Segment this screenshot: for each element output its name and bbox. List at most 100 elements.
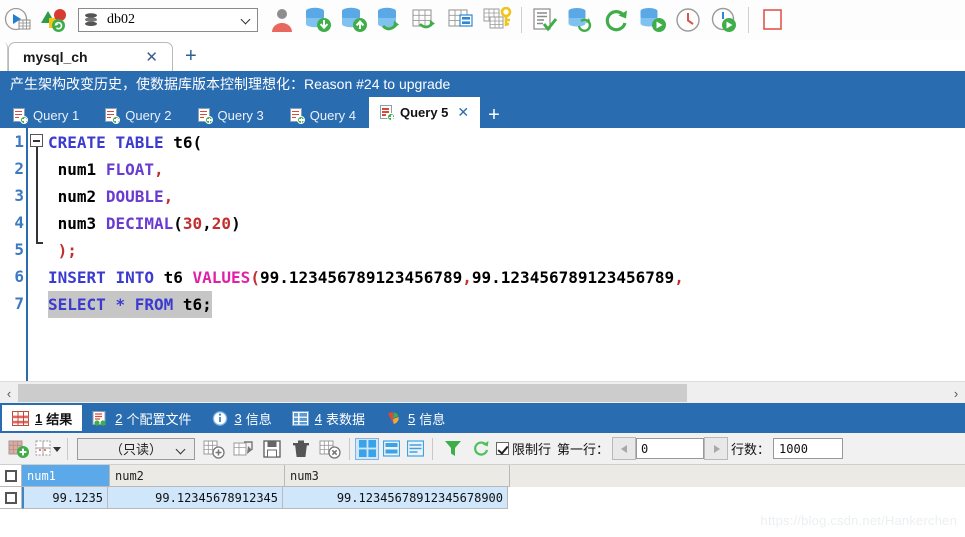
chevron-down-icon[interactable] (176, 444, 188, 456)
duplicate-record-icon[interactable] (228, 436, 257, 462)
new-connection-tab-button[interactable]: + (185, 46, 197, 66)
limit-rows-checkbox[interactable] (496, 442, 509, 455)
table-key-icon[interactable] (480, 4, 516, 36)
code-line[interactable]: num1 FLOAT, (48, 156, 164, 183)
refresh-result-icon[interactable] (467, 436, 496, 462)
script-check-icon[interactable] (527, 4, 563, 36)
query-tab-4[interactable]: Query 4 (277, 102, 369, 128)
code-line[interactable]: ); (48, 237, 77, 264)
result-tab-2[interactable]: 2 个配置文件 (82, 403, 201, 433)
column-header[interactable]: num2 (110, 465, 285, 487)
query-tab-5[interactable]: Query 5 ✕ (369, 97, 481, 128)
save-record-icon[interactable] (257, 436, 286, 462)
grid-cell[interactable]: 99.12345678912345 (108, 487, 283, 509)
code-token: num1 (57, 160, 97, 179)
query-tab-3[interactable]: Query 3 (185, 102, 277, 128)
row-checkbox[interactable] (4, 491, 17, 504)
code-line[interactable]: CREATE TABLE t6( (48, 129, 202, 156)
scroll-left-icon[interactable]: ‹ (0, 382, 18, 404)
table-data-icon (291, 410, 309, 426)
table-row[interactable]: 99.1235 99.12345678912345 99.1234567891234… (0, 487, 965, 510)
code-token: FLOAT (105, 160, 154, 179)
code-line[interactable]: num2 DOUBLE, (48, 183, 174, 210)
insert-record-icon[interactable] (199, 436, 228, 462)
chevron-down-icon[interactable] (241, 14, 253, 26)
code-token: ( (192, 133, 203, 152)
database-select[interactable]: db02 (78, 8, 258, 32)
grid-cell[interactable]: 99.1235 (22, 487, 108, 509)
code-line[interactable]: num3 DECIMAL(30,20) (48, 210, 241, 237)
code-line[interactable]: SELECT * FROM t6; (48, 291, 212, 318)
result-tab-4[interactable]: 4 表数据 (282, 403, 375, 433)
form-view-icon[interactable] (379, 438, 403, 460)
result-tab-label: 个配置文件 (126, 411, 192, 427)
sql-code-area[interactable]: CREATE TABLE t6( num1 FLOAT, num2 DOUBLE… (48, 128, 965, 381)
query-tab-label: Query 5 (400, 105, 449, 120)
new-query-tab-button[interactable]: + (480, 105, 510, 128)
query-tab-2[interactable]: Query 2 (92, 102, 184, 128)
column-header[interactable]: num1 (22, 465, 110, 487)
first-row-label: 第一行： (557, 442, 610, 457)
scrollbar-thumb[interactable] (18, 384, 687, 402)
stop-icon[interactable] (754, 4, 790, 36)
result-tab-5[interactable]: 5 信息 (375, 403, 455, 433)
database-refresh-icon[interactable] (563, 4, 599, 36)
close-icon[interactable]: ✕ (457, 104, 469, 121)
prev-page-button[interactable] (612, 437, 637, 460)
text-view-icon[interactable] (403, 438, 427, 460)
code-token: t6 (173, 133, 193, 152)
code-token: TABLE (115, 133, 164, 152)
row-count-value: 1000 (779, 441, 808, 456)
sql-editor[interactable]: 1234567 CREATE TABLE t6( num1 FLOAT, num… (0, 128, 965, 381)
profile-icon (92, 410, 109, 426)
cancel-edit-icon[interactable] (315, 436, 344, 462)
database-transfer-icon[interactable] (372, 4, 408, 36)
scrollbar-track[interactable] (18, 384, 947, 402)
result-tab-1[interactable]: 1 结果 (2, 405, 83, 431)
grid-view-icon[interactable] (355, 437, 379, 460)
code-token: 20 (211, 214, 232, 233)
first-row-input[interactable]: 0 (636, 438, 705, 459)
code-fold-column[interactable] (26, 128, 48, 381)
line-number: 4 (14, 213, 24, 232)
result-tab-3[interactable]: 3 信息 (202, 403, 282, 433)
next-page-button[interactable] (704, 437, 729, 460)
connection-tab-mysql-ch[interactable]: mysql_ch ✕ (8, 42, 173, 71)
first-row-value: 0 (641, 441, 649, 456)
query-tab-label: Query 2 (125, 107, 172, 123)
query-tab-1[interactable]: Query 1 (0, 102, 92, 128)
code-token: ; (67, 241, 77, 260)
editor-horizontal-scrollbar[interactable]: ‹ › (0, 381, 965, 404)
schema-sync-icon[interactable] (36, 4, 72, 36)
fold-collapse-icon[interactable] (30, 134, 43, 147)
scheduled-run-icon[interactable] (707, 4, 743, 36)
delete-record-icon[interactable] (286, 436, 315, 462)
filter-icon[interactable] (438, 436, 467, 462)
edit-mode-select[interactable]: （只读） (77, 437, 195, 460)
row-count-input[interactable]: 1000 (773, 438, 844, 459)
refresh-icon[interactable] (599, 4, 635, 36)
add-record-icon[interactable] (4, 436, 33, 462)
grid-options-icon[interactable] (33, 436, 62, 462)
scroll-right-icon[interactable]: › (947, 382, 965, 404)
user-icon[interactable] (264, 4, 300, 36)
database-export-icon[interactable] (336, 4, 372, 36)
run-query-icon[interactable] (0, 4, 36, 36)
row-select-cell[interactable] (0, 487, 22, 509)
promo-banner[interactable]: 产生架构改变历史，使数据库版本控制理想化：Reason #24 to upgra… (0, 71, 965, 97)
history-clock-icon[interactable] (671, 4, 707, 36)
code-token: , (153, 160, 164, 179)
database-import-icon[interactable] (300, 4, 336, 36)
code-line[interactable]: INSERT INTO t6 VALUES(99.123456789123456… (48, 264, 684, 291)
code-token: , (163, 187, 174, 206)
table-data-icon[interactable] (444, 4, 480, 36)
database-run-icon[interactable] (635, 4, 671, 36)
select-all-checkbox[interactable] (4, 469, 17, 482)
column-header[interactable]: num3 (285, 465, 510, 487)
grid-cell[interactable]: 99.12345678912345678900 (283, 487, 508, 509)
select-all-cell[interactable] (0, 465, 22, 487)
close-icon[interactable]: ✕ (139, 50, 164, 65)
table-export-icon[interactable] (408, 4, 444, 36)
line-number: 2 (14, 159, 24, 178)
